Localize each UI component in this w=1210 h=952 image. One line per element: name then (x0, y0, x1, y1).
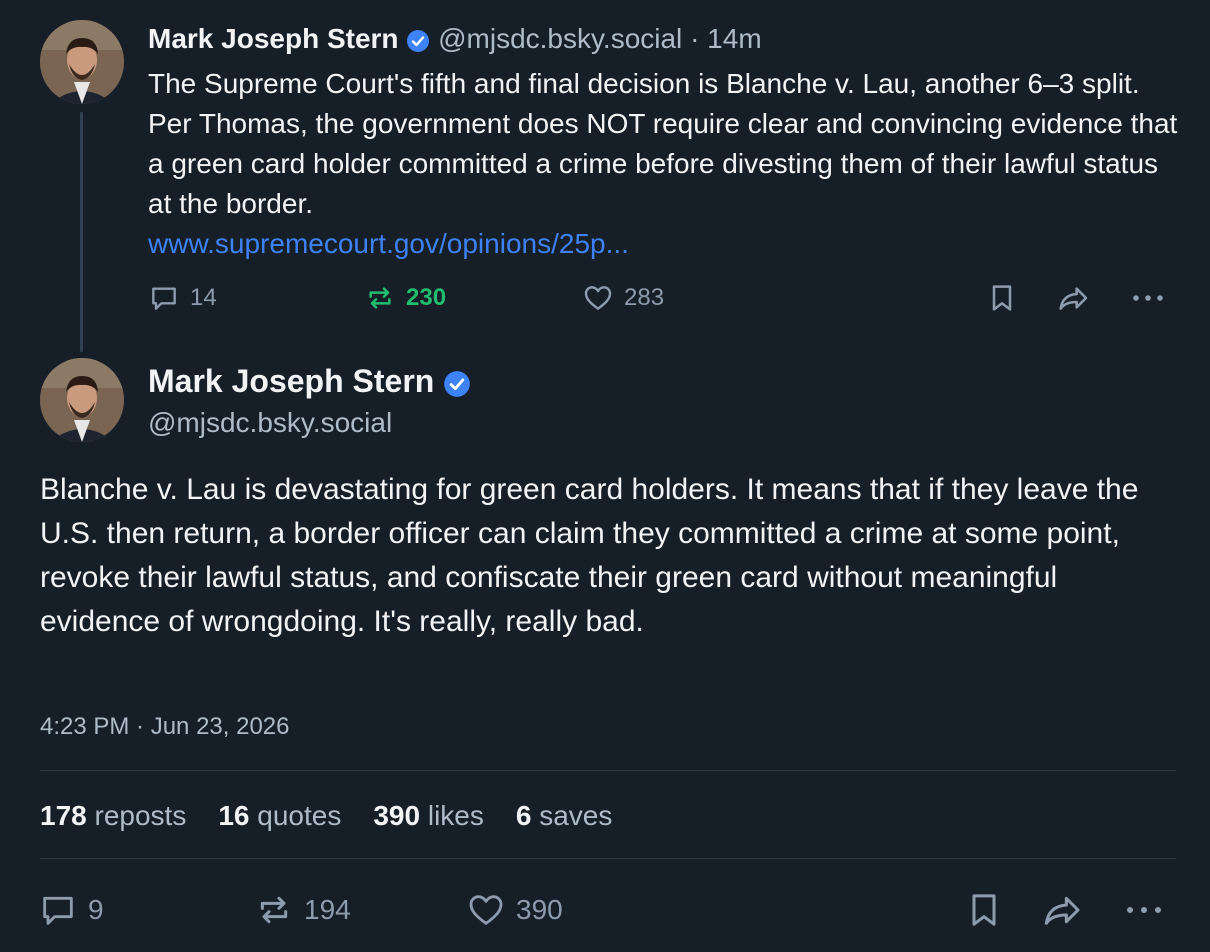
post-header: Mark Joseph Stern (148, 360, 471, 402)
like-icon (584, 286, 612, 310)
author-handle[interactable]: @mjsdc.bsky.social (148, 404, 392, 442)
divider (40, 858, 1176, 859)
author-handle[interactable]: @mjsdc.bsky.social (438, 23, 682, 54)
post-text: The Supreme Court's fifth and final deci… (148, 68, 1178, 219)
post-link[interactable]: www.supremecourt.gov/opinions/25p... (148, 224, 1178, 264)
post-text: Blanche v. Lau is devastating for green … (40, 473, 1139, 638)
share-button[interactable] (1056, 282, 1092, 319)
saves-label: saves (539, 800, 613, 831)
more-icon (1133, 295, 1163, 301)
repost-count: 194 (304, 894, 351, 925)
quotes-value: 16 (218, 800, 250, 831)
author-name[interactable]: Mark Joseph Stern (148, 23, 399, 54)
reply-button[interactable]: 9 (38, 890, 104, 930)
thread-line (80, 112, 83, 352)
verified-badge-icon (407, 29, 430, 52)
post-timestamp[interactable]: 4:23 PM · Jun 23, 2026 (40, 710, 290, 744)
bookmark-icon (992, 285, 1012, 311)
repost-icon (260, 896, 288, 924)
share-button[interactable] (1040, 890, 1086, 935)
reply-icon (43, 896, 73, 925)
share-icon (1059, 287, 1088, 310)
share-icon (1044, 896, 1080, 925)
repost-button[interactable]: 230 (364, 282, 446, 314)
repost-icon (369, 287, 391, 309)
post-body: The Supreme Court's fifth and final deci… (148, 64, 1178, 264)
reply-button[interactable]: 14 (148, 282, 217, 314)
post-time[interactable]: 14m (707, 23, 761, 54)
avatar[interactable] (40, 358, 124, 442)
more-button[interactable] (1130, 282, 1166, 319)
saves-stat[interactable]: 6 saves (516, 796, 613, 836)
bookmark-button[interactable] (964, 890, 1004, 935)
like-icon (469, 895, 503, 925)
quotes-stat[interactable]: 16 quotes (218, 796, 341, 836)
saves-value: 6 (515, 800, 532, 831)
like-button[interactable]: 390 (466, 890, 563, 930)
repost-count: 230 (406, 284, 447, 311)
reposts-label: reposts (94, 800, 187, 831)
verified-badge-icon (444, 370, 471, 397)
likes-stat[interactable]: 390 likes (373, 796, 484, 836)
more-icon (1127, 907, 1161, 913)
more-button[interactable] (1122, 890, 1166, 935)
reply-icon (152, 287, 176, 310)
quotes-label: quotes (257, 800, 342, 831)
bookmark-icon (972, 894, 996, 926)
likes-value: 390 (373, 800, 421, 831)
like-button[interactable]: 283 (582, 282, 664, 314)
bookmark-button[interactable] (986, 282, 1018, 319)
likes-label: likes (427, 800, 484, 831)
avatar[interactable] (40, 20, 124, 104)
reposts-value: 178 (40, 800, 87, 831)
divider (40, 770, 1176, 771)
repost-button[interactable]: 194 (254, 890, 351, 930)
like-count: 390 (516, 894, 563, 925)
time-separator: · (690, 23, 700, 54)
reply-count: 14 (190, 284, 217, 311)
engagement-stats: 178 reposts 16 quotes 390 likes 6 saves (40, 796, 612, 836)
reply-count: 9 (88, 894, 104, 925)
like-count: 283 (624, 284, 665, 311)
post-header: Mark Joseph Stern @mjsdc.bsky.social · 1… (148, 20, 762, 58)
author-name[interactable]: Mark Joseph Stern (148, 363, 434, 399)
reposts-stat[interactable]: 178 reposts (40, 796, 186, 836)
